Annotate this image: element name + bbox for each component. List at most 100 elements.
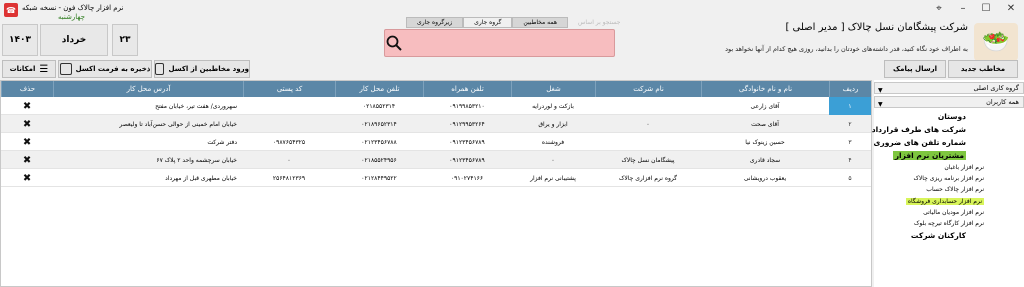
col-delete[interactable]: حذف bbox=[1, 81, 53, 97]
cell-idx: ۴ bbox=[848, 156, 852, 164]
cell-name: یعقوب درویشانی bbox=[743, 174, 787, 182]
delete-x-icon[interactable]: ✖ bbox=[1, 151, 53, 169]
table-row[interactable]: ✖ دفتر شرکت ۰۹۸۷۶۵۴۳۲۵ ۰۲۱۲۳۴۵۶۷۸۸ ۰۹۱۲۳۴۵۶۷… bbox=[1, 133, 871, 151]
month-box: خرداد bbox=[40, 24, 108, 56]
cell-postal bbox=[243, 115, 335, 133]
tree-item[interactable]: کارکنان شرکت bbox=[911, 231, 966, 240]
cell-job: ۰ bbox=[551, 156, 555, 164]
cell-mobile: ۰۹۱۰۲۷۴۱۶۶ bbox=[450, 174, 484, 182]
col-mobile[interactable]: تلفن همراه bbox=[423, 81, 511, 97]
delete-x-icon[interactable]: ✖ bbox=[1, 133, 53, 151]
col-address[interactable]: آدرس محل کار bbox=[53, 81, 243, 97]
cell-mobile: ۰۹۱۲۳۴۵۶۷۸۹ bbox=[449, 138, 485, 146]
cell-name: آقای صحت bbox=[751, 120, 779, 128]
cell-address: خیابان سرچشمه واحد ۲ پلاک ۶۷ bbox=[156, 156, 237, 164]
cell-mobile: ۰۹۱۹۹۸۵۳۲۱۰ bbox=[449, 102, 485, 110]
maximize-icon[interactable]: ☐ bbox=[977, 0, 995, 16]
cell-mobile: ۰۹۱۲۹۹۵۳۲۶۴ bbox=[449, 120, 485, 128]
cell-company: گروه نرم افزاری چالاک bbox=[618, 174, 678, 182]
col-postal[interactable]: کد پستی bbox=[243, 81, 335, 97]
menu-icon: ☰ bbox=[39, 63, 49, 75]
delete-x-icon[interactable]: ✖ bbox=[1, 115, 53, 133]
cell-work: ۰۲۱۸۵۵۲۳۱۴ bbox=[362, 102, 396, 110]
cell-idx: ۵ bbox=[848, 174, 852, 182]
cell-postal: ۲۵۶۴۸۱۲۳۶۹ bbox=[272, 174, 306, 182]
export-icon bbox=[59, 63, 72, 75]
cell-name: آقای زارعی bbox=[750, 102, 780, 110]
tab-all-contacts[interactable]: همه مخاطبین bbox=[512, 17, 569, 28]
users-select[interactable]: ▼ همه کاربران bbox=[874, 96, 1024, 108]
cell-work: ۰۲۱۸۵۵۲۴۹۵۶ bbox=[361, 156, 397, 164]
cell-name: سجاد قادری bbox=[749, 156, 781, 164]
workgroup-value: گروه کاری اصلی bbox=[973, 84, 1019, 92]
tree-item[interactable]: دوستان bbox=[938, 112, 966, 121]
search-icon[interactable] bbox=[386, 35, 402, 51]
app-logo-icon: ☎ bbox=[4, 3, 18, 17]
options-button[interactable]: امکانات ☰ bbox=[2, 60, 56, 78]
table-row[interactable]: ✖ خیابان مطهری قبل از مهرداد ۲۵۶۴۸۱۲۳۶۹ ۰۲۱… bbox=[1, 169, 871, 187]
dropdown-arrow-icon: ▼ bbox=[878, 101, 883, 108]
search-by-label: جستجو بر اساس bbox=[578, 19, 621, 26]
cell-postal: ۰ bbox=[287, 156, 291, 164]
close-icon[interactable]: ✕ bbox=[1002, 0, 1020, 16]
save-excel-button[interactable]: ذخیره به فرمت اکسل bbox=[58, 60, 152, 78]
col-name[interactable]: نام و نام خانوادگی bbox=[701, 81, 829, 97]
tab-current-subgroup[interactable]: زیرگروه جاری bbox=[406, 17, 464, 28]
tree-item[interactable]: شرکت های طرف قرارداد bbox=[872, 125, 966, 134]
cell-address: سهروردی/ هفت تیر، خیابان مفتح bbox=[155, 102, 237, 110]
table-row[interactable]: ✖ خیابان امام خمینی از حوالی حسن‌آباد تا … bbox=[1, 115, 871, 133]
contacts-grid: حذف آدرس محل کار کد پستی تلفن محل کار تل… bbox=[0, 80, 872, 287]
save-excel-label: ذخیره به فرمت اکسل bbox=[75, 65, 151, 73]
tree-item[interactable]: نرم افزار کارگاه تیرچه بلوک bbox=[914, 220, 984, 227]
col-job[interactable]: شغل bbox=[511, 81, 595, 97]
new-contact-button[interactable]: مخاطب جدید bbox=[948, 60, 1018, 78]
weekday-label: چهارشنبه bbox=[58, 13, 85, 21]
tree-item[interactable]: نرم افزار باغبان bbox=[944, 164, 984, 171]
tree-item[interactable]: نرم افزار حسابداری فروشگاه bbox=[905, 197, 984, 205]
grid-header: حذف آدرس محل کار کد پستی تلفن محل کار تل… bbox=[1, 81, 871, 97]
cell-postal: ۰۹۸۷۶۵۴۳۲۵ bbox=[272, 138, 306, 146]
pin-icon[interactable]: ⌖ bbox=[930, 0, 948, 16]
delete-x-icon[interactable]: ✖ bbox=[1, 169, 53, 187]
send-sms-button[interactable]: ارسال پیامک bbox=[884, 60, 946, 78]
tab-current-group[interactable]: گروه جاری bbox=[463, 17, 513, 28]
cell-name: حسین زینوک نیا bbox=[745, 138, 785, 146]
col-company[interactable]: نام شرکت bbox=[595, 81, 701, 97]
minimize-icon[interactable]: – bbox=[954, 0, 972, 16]
table-row[interactable]: ✖ سهروردی/ هفت تیر، خیابان مفتح ۰۲۱۸۵۵۲۳۱۴… bbox=[1, 97, 871, 115]
cell-address: دفتر شرکت bbox=[207, 138, 237, 146]
col-index[interactable]: ردیف bbox=[829, 81, 871, 97]
options-label: امکانات bbox=[9, 65, 36, 73]
tree-item[interactable]: نرم افزار مودیان مالیاتی bbox=[923, 209, 984, 216]
company-title: شرکت پیشگامان نسل چالاک [ مدیر اصلی ] bbox=[785, 22, 968, 33]
import-excel-button[interactable]: ورود مخاطبین از اکسل bbox=[154, 60, 250, 78]
tree-item[interactable]: مشتریان نرم افزار bbox=[892, 151, 966, 160]
cell-address: خیابان امام خمینی از حوالی حسن‌آباد تا و… bbox=[119, 120, 237, 128]
tree-item[interactable]: نرم افزار چالاک حساب bbox=[926, 186, 984, 193]
tree-item[interactable]: نرم افزار برنامه ریزی چالاک bbox=[913, 175, 984, 182]
import-excel-label: ورود مخاطبین از اکسل bbox=[168, 65, 249, 73]
cell-work: ۰۲۱۸۹۶۵۲۳۱۴ bbox=[361, 120, 397, 128]
search-scope-tabs: زیرگروه جاری گروه جاری همه مخاطبین جستجو… bbox=[406, 17, 631, 28]
cell-company bbox=[595, 97, 701, 115]
cell-job: فروشنده bbox=[541, 138, 565, 146]
table-row[interactable]: ✖ خیابان سرچشمه واحد ۲ پلاک ۶۷ ۰ ۰۲۱۸۵۵۲۴۹۵… bbox=[1, 151, 871, 169]
tree-item[interactable]: شماره تلفن های ضروری bbox=[874, 138, 966, 147]
search-input[interactable] bbox=[384, 29, 615, 57]
col-work-phone[interactable]: تلفن محل کار bbox=[335, 81, 423, 97]
cell-idx: ۱ bbox=[829, 97, 871, 115]
cell-job: پشتیبانی نرم افزار bbox=[530, 174, 576, 182]
cell-company: ۰ bbox=[646, 120, 650, 128]
dropdown-arrow-icon: ▼ bbox=[878, 87, 883, 94]
cell-postal bbox=[243, 97, 335, 115]
slogan-text: به اطراف خود نگاه کنید، قدر داشته‌های خو… bbox=[725, 45, 968, 53]
cell-company bbox=[595, 133, 701, 151]
cell-mobile: ۰۹۱۲۳۴۵۶۷۸۹ bbox=[449, 156, 485, 164]
workgroup-select[interactable]: ▼ گروه کاری اصلی bbox=[874, 82, 1024, 94]
cell-work: ۰۲۱۲۸۴۴۹۵۲۲ bbox=[361, 174, 397, 182]
cell-idx: ۳ bbox=[848, 138, 852, 146]
year-box: ۱۴۰۳ bbox=[2, 24, 38, 56]
cell-work: ۰۲۱۲۳۴۵۶۷۸۸ bbox=[361, 138, 397, 146]
delete-x-icon[interactable]: ✖ bbox=[1, 97, 53, 115]
window-title: نرم افزار چالاک فون - نسخه شبکه bbox=[22, 4, 124, 12]
